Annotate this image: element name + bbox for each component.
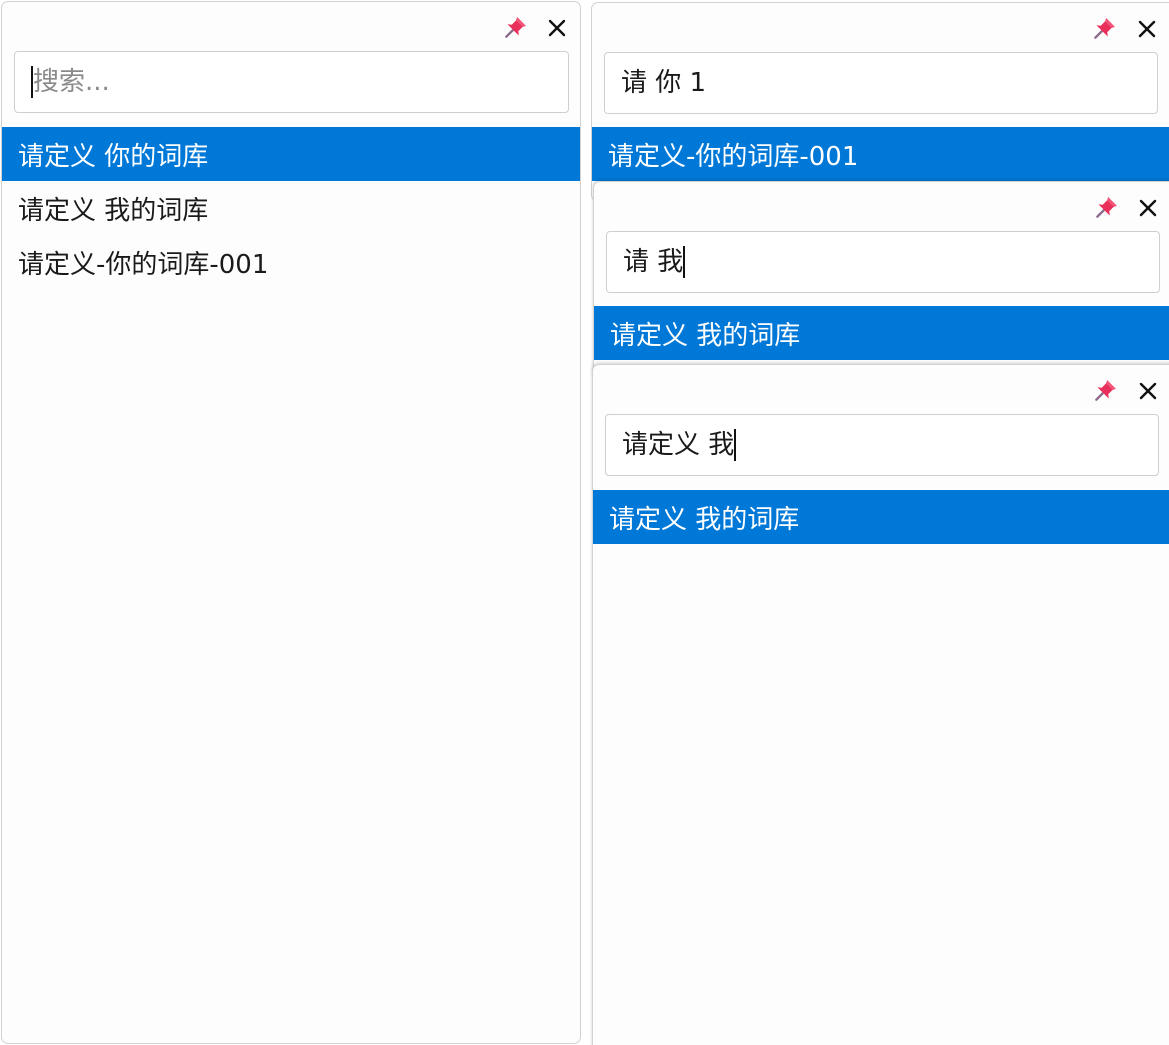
- result-item[interactable]: 请定义 我的词库: [593, 490, 1169, 544]
- pushpin-icon: [1094, 18, 1115, 39]
- popup-titlebar: [594, 182, 1169, 228]
- search-popup-panel: 请定义 我 请定义 我的词库: [592, 364, 1169, 1045]
- result-item-label: 请定义 我的词库: [609, 504, 800, 535]
- screenshot-stage: 搜索... 请定义 你的词库 请定义 我的词库 请定义-你的词库-001 请 你…: [0, 0, 1169, 1045]
- close-button[interactable]: [1134, 194, 1162, 222]
- search-input-value: 请定义 我: [622, 430, 735, 460]
- close-icon: [1138, 20, 1156, 38]
- search-input[interactable]: 请 你 1: [604, 52, 1158, 114]
- result-item-label: 请定义 我的词库: [610, 320, 801, 351]
- search-popup-panel: 搜索... 请定义 你的词库 请定义 我的词库 请定义-你的词库-001: [1, 1, 581, 1044]
- close-icon: [548, 19, 566, 37]
- close-icon: [1139, 199, 1157, 217]
- result-item-label: 请定义-你的词库-001: [608, 141, 859, 172]
- search-input[interactable]: 请定义 我: [605, 414, 1159, 476]
- search-input[interactable]: 请 我: [606, 231, 1160, 293]
- result-item[interactable]: 请定义-你的词库-001: [2, 235, 580, 289]
- text-caret: [683, 246, 686, 278]
- result-item[interactable]: 请定义 你的词库: [2, 127, 580, 181]
- result-item-label: 请定义 你的词库: [18, 141, 209, 172]
- pushpin-icon: [1096, 197, 1117, 218]
- search-popup-panel: 请 你 1 请定义-你的词库-001: [591, 2, 1169, 202]
- search-input-value: 请 你 1: [621, 68, 707, 98]
- popup-titlebar: [2, 2, 580, 48]
- search-popup-panel: 请 我 请定义 我的词库: [593, 181, 1169, 381]
- pushpin-icon: [505, 17, 526, 38]
- close-button[interactable]: [1133, 15, 1161, 43]
- pushpin-icon: [1095, 380, 1116, 401]
- text-caret: [734, 429, 737, 461]
- popup-titlebar: [592, 3, 1169, 49]
- search-input[interactable]: 搜索...: [14, 51, 569, 113]
- result-item-label: 请定义 我的词库: [18, 195, 209, 226]
- result-item[interactable]: 请定义 我的词库: [2, 181, 580, 235]
- pin-button[interactable]: [1092, 194, 1120, 222]
- pin-button[interactable]: [1090, 15, 1118, 43]
- search-input-value: 请 我: [623, 247, 684, 277]
- close-icon: [1139, 382, 1157, 400]
- result-item[interactable]: 请定义-你的词库-001: [592, 127, 1169, 181]
- pin-button[interactable]: [501, 14, 529, 42]
- search-input-placeholder: 搜索...: [33, 67, 110, 97]
- result-item[interactable]: 请定义 我的词库: [594, 306, 1169, 360]
- close-button[interactable]: [543, 14, 571, 42]
- result-item-label: 请定义-你的词库-001: [18, 249, 269, 280]
- popup-titlebar: [593, 365, 1169, 411]
- pin-button[interactable]: [1091, 377, 1119, 405]
- close-button[interactable]: [1134, 377, 1162, 405]
